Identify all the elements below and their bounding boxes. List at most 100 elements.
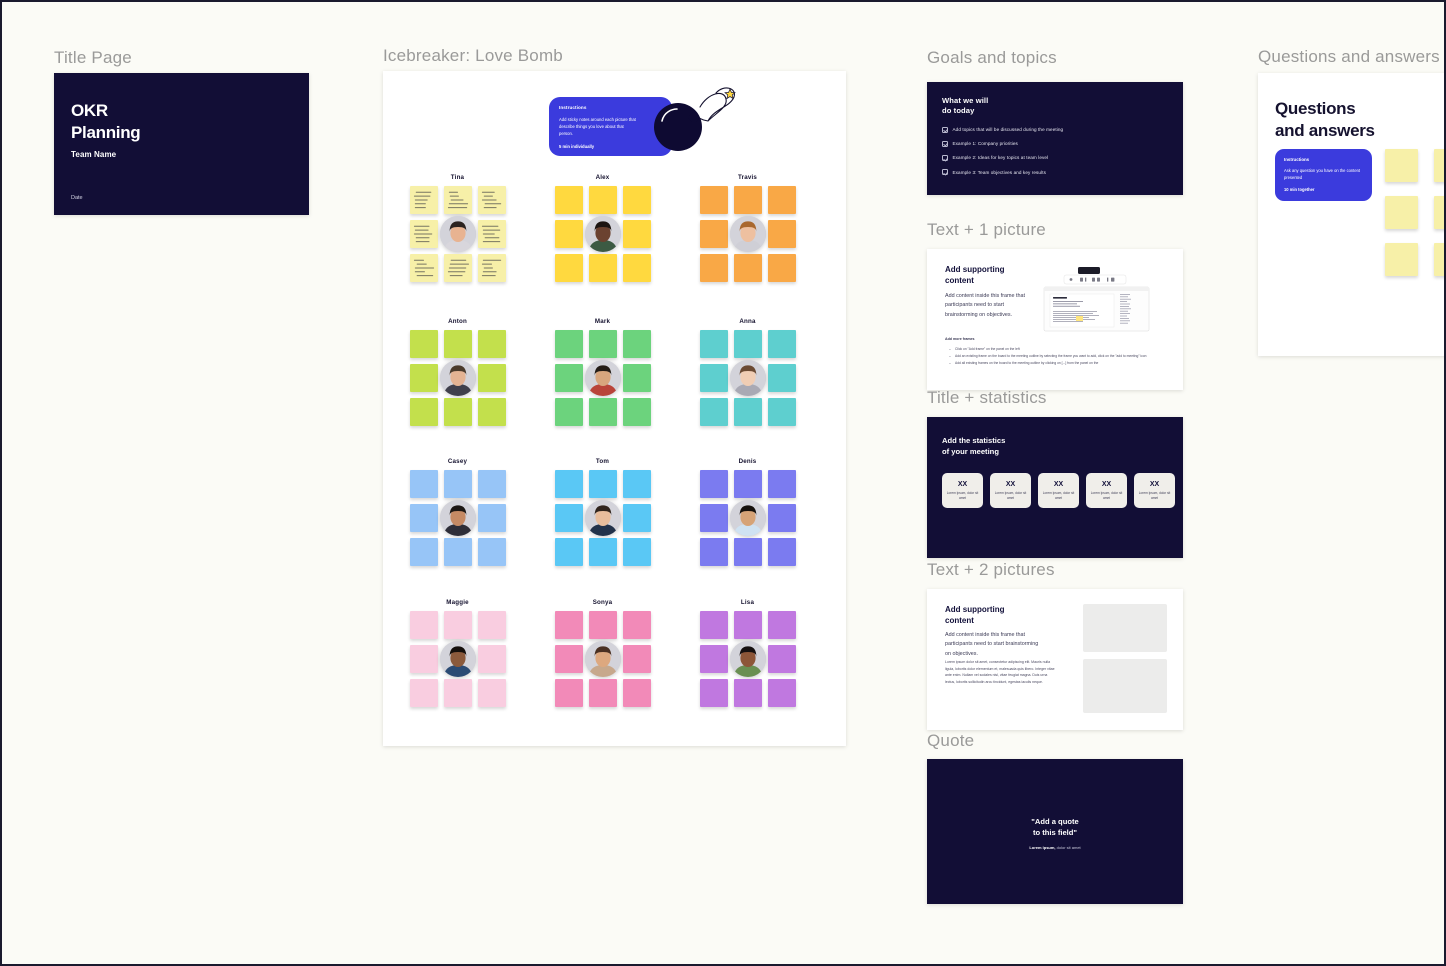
person-card-tom[interactable]: Tom (550, 458, 655, 566)
sticky-note[interactable] (478, 538, 506, 566)
sticky-note[interactable] (700, 398, 728, 426)
sticky-note[interactable] (555, 398, 583, 426)
sticky-note[interactable] (589, 470, 617, 498)
sticky-note[interactable] (410, 254, 438, 282)
sticky-note[interactable] (555, 470, 583, 498)
sticky-note[interactable] (478, 611, 506, 639)
sticky-note[interactable] (478, 398, 506, 426)
sticky-note[interactable] (444, 398, 472, 426)
qa-sticky-note[interactable] (1385, 243, 1418, 276)
sticky-note[interactable] (700, 330, 728, 358)
sticky-note[interactable] (734, 470, 762, 498)
statistic-box-1[interactable]: XX Lorem Ipsum, dolor sit amet (942, 473, 983, 508)
person-card-tina[interactable]: Tina (405, 174, 510, 282)
sticky-note[interactable] (478, 220, 506, 248)
sticky-note[interactable] (734, 538, 762, 566)
sticky-note[interactable] (623, 220, 651, 248)
sticky-note[interactable] (555, 645, 583, 673)
sticky-note[interactable] (734, 254, 762, 282)
qa-sticky-note[interactable] (1434, 243, 1446, 276)
image-placeholder-bottom[interactable] (1083, 659, 1167, 713)
slide-title-page[interactable]: OKR Planning Team Name Date (54, 73, 309, 215)
sticky-note[interactable] (734, 186, 762, 214)
sticky-note[interactable] (589, 186, 617, 214)
sticky-note[interactable] (700, 679, 728, 707)
sticky-note[interactable] (623, 679, 651, 707)
goals-item-2[interactable]: Example 1: Company priorities (942, 141, 1063, 147)
sticky-note[interactable] (768, 611, 796, 639)
sticky-note[interactable] (410, 645, 438, 673)
sticky-note[interactable] (768, 538, 796, 566)
person-card-denis[interactable]: Denis (695, 458, 800, 566)
slide-text-one-picture[interactable]: Add supporting content Add content insid… (927, 249, 1183, 390)
sticky-note[interactable] (410, 220, 438, 248)
sticky-note[interactable] (623, 398, 651, 426)
qa-instructions-card[interactable]: Instructions Ask any question you have o… (1275, 149, 1372, 201)
sticky-note[interactable] (410, 504, 438, 532)
checkbox-icon[interactable] (942, 141, 948, 147)
sticky-note[interactable] (734, 611, 762, 639)
sticky-note[interactable] (555, 679, 583, 707)
checkbox-icon[interactable] (942, 155, 948, 161)
sticky-note[interactable] (623, 364, 651, 392)
person-card-alex[interactable]: Alex (550, 174, 655, 282)
sticky-note[interactable] (589, 330, 617, 358)
sticky-note[interactable] (478, 186, 506, 214)
sticky-note[interactable] (555, 611, 583, 639)
sticky-note[interactable] (444, 254, 472, 282)
checkbox-icon[interactable] (942, 169, 948, 175)
sticky-note[interactable] (410, 186, 438, 214)
sticky-note[interactable] (410, 364, 438, 392)
sticky-note[interactable] (410, 398, 438, 426)
qa-sticky-note[interactable] (1434, 149, 1446, 182)
sticky-note[interactable] (589, 679, 617, 707)
statistic-box-5[interactable]: XX Lorem Ipsum, dolor sit amet (1134, 473, 1175, 508)
person-card-anna[interactable]: Anna (695, 318, 800, 426)
statistic-box-4[interactable]: XX Lorem Ipsum, dolor sit amet (1086, 473, 1127, 508)
person-card-sonya[interactable]: Sonya (550, 599, 655, 707)
sticky-note[interactable] (734, 679, 762, 707)
person-card-maggie[interactable]: Maggie (405, 599, 510, 707)
sticky-note[interactable] (555, 504, 583, 532)
sticky-note[interactable] (478, 504, 506, 532)
sticky-note[interactable] (700, 504, 728, 532)
sticky-note[interactable] (410, 470, 438, 498)
sticky-note[interactable] (700, 470, 728, 498)
sticky-note[interactable] (410, 538, 438, 566)
sticky-note[interactable] (555, 330, 583, 358)
person-card-anton[interactable]: Anton (405, 318, 510, 426)
sticky-note[interactable] (478, 470, 506, 498)
sticky-note[interactable] (768, 364, 796, 392)
qa-sticky-note[interactable] (1385, 149, 1418, 182)
sticky-note[interactable] (623, 504, 651, 532)
sticky-note[interactable] (623, 645, 651, 673)
sticky-note[interactable] (555, 364, 583, 392)
sticky-note[interactable] (478, 645, 506, 673)
goals-item-3[interactable]: Example 2: Ideas for key topics at team … (942, 155, 1063, 161)
statistic-box-2[interactable]: XX Lorem Ipsum, dolor sit amet (990, 473, 1031, 508)
sticky-note[interactable] (478, 254, 506, 282)
sticky-note[interactable] (700, 254, 728, 282)
sticky-note[interactable] (734, 330, 762, 358)
sticky-note[interactable] (768, 220, 796, 248)
sticky-note[interactable] (623, 470, 651, 498)
sticky-note[interactable] (444, 538, 472, 566)
slide-questions-and-answers[interactable]: Questions and answers Instructions Ask a… (1258, 73, 1446, 356)
sticky-note[interactable] (768, 254, 796, 282)
sticky-note[interactable] (589, 398, 617, 426)
person-card-travis[interactable]: Travis (695, 174, 800, 282)
slide-icebreaker-board[interactable]: Instructions Add sticky notes around eac… (383, 71, 846, 746)
board-canvas[interactable]: Title Page OKR Planning Team Name Date I… (0, 0, 1446, 966)
sticky-note[interactable] (768, 504, 796, 532)
sticky-note[interactable] (623, 254, 651, 282)
goals-item-1[interactable]: Add topics that will be discussed during… (942, 127, 1063, 133)
sticky-note[interactable] (768, 645, 796, 673)
qa-sticky-note[interactable] (1434, 196, 1446, 229)
sticky-note[interactable] (768, 398, 796, 426)
sticky-note[interactable] (768, 186, 796, 214)
sticky-note[interactable] (623, 611, 651, 639)
sticky-note[interactable] (444, 186, 472, 214)
sticky-note[interactable] (410, 611, 438, 639)
sticky-note[interactable] (700, 220, 728, 248)
sticky-note[interactable] (410, 330, 438, 358)
